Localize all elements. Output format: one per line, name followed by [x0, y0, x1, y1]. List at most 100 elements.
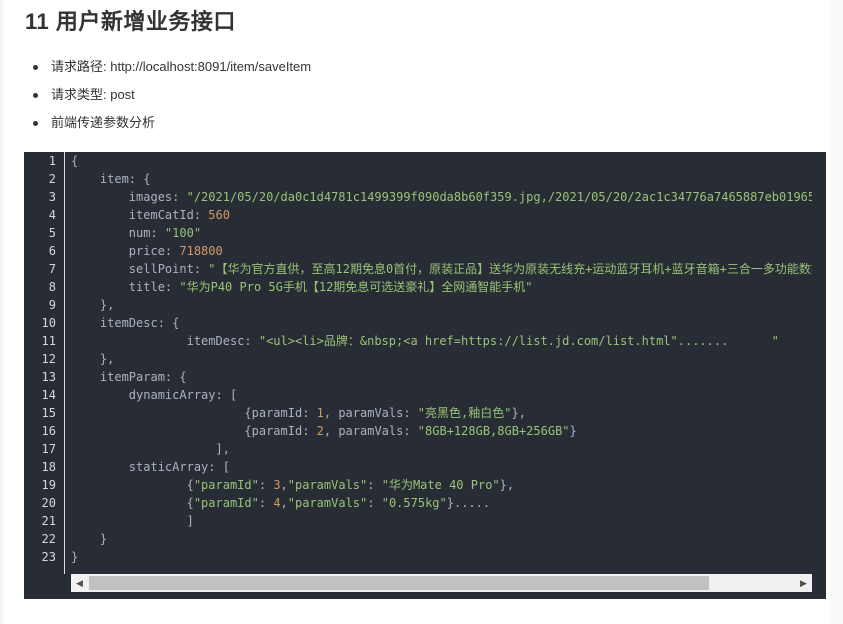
line-number: 4: [48, 208, 56, 222]
line-number: 21: [41, 514, 56, 528]
code-line: title: "华为P40 Pro 5G手机【12期免息可选送豪礼】全网通智能手…: [71, 278, 812, 296]
code-line: images: "/2021/05/20/da0c1d4781c1499399f…: [71, 188, 812, 206]
code-token: {: [71, 154, 79, 168]
horizontal-scrollbar[interactable]: ◀ ▶: [71, 574, 812, 592]
line-number: 19: [41, 478, 56, 492]
code-line: }: [71, 530, 812, 548]
line-number: 23: [41, 550, 56, 564]
line-number: 15: [41, 406, 56, 420]
code-line: item: {: [71, 170, 812, 188]
code-token: "paramVals": [287, 478, 368, 492]
code-token: }: [71, 532, 108, 546]
bullet-list: 请求路径: http://localhost:8091/item/saveIte…: [33, 55, 311, 139]
code-line: dynamicArray: [: [71, 386, 812, 404]
code-token: ,: [280, 496, 288, 510]
code-token: staticArray: [: [71, 460, 230, 474]
line-number: 5: [48, 226, 56, 240]
bullet-request-type: 请求类型: post: [33, 83, 311, 111]
line-number: 6: [48, 244, 56, 258]
bullet-request-path: 请求路径: http://localhost:8091/item/saveIte…: [33, 55, 311, 83]
code-line: itemParam: {: [71, 368, 812, 386]
code-line: itemDesc: {: [71, 314, 812, 332]
code-token: ,: [280, 478, 288, 492]
scroll-right-icon[interactable]: ▶: [795, 574, 812, 592]
code-token: },: [71, 298, 115, 312]
line-number: 2: [48, 172, 56, 186]
code-content[interactable]: { item: { images: "/2021/05/20/da0c1d478…: [71, 152, 812, 574]
code-token: }.....: [446, 496, 491, 510]
code-line: sellPoint: "【华为官方直供，至高12期免息0首付，原装正品】送华为原…: [71, 260, 812, 278]
line-number: 16: [41, 424, 56, 438]
code-token: item: {: [71, 172, 151, 186]
code-token: :: [258, 496, 274, 510]
line-number: 18: [41, 460, 56, 474]
code-line: price: 718800: [71, 242, 812, 260]
line-number: 12: [41, 352, 56, 366]
code-token: {: [71, 478, 194, 492]
code-token: ]: [71, 514, 194, 528]
right-margin: [829, 0, 843, 624]
code-token: "paramVals": [287, 496, 368, 510]
code-line: },: [71, 350, 812, 368]
code-token: }: [71, 550, 79, 564]
scrollbar-thumb[interactable]: [89, 576, 709, 590]
scroll-left-icon[interactable]: ◀: [71, 574, 88, 592]
code-token: "【华为官方直供，至高12期免息0首付，原装正品】送华为原装无线充+运动蓝牙耳机…: [208, 262, 812, 276]
line-number: 1: [48, 154, 56, 168]
code-token: {: [71, 496, 194, 510]
left-margin: [0, 0, 3, 624]
code-token: :: [258, 478, 274, 492]
line-number: 14: [41, 388, 56, 402]
code-line: {: [71, 152, 812, 170]
code-token: :: [367, 478, 382, 492]
code-token: itemDesc:: [71, 334, 259, 348]
line-number: 9: [48, 298, 56, 312]
code-token: images:: [71, 190, 187, 204]
code-token: },: [511, 406, 526, 420]
code-line: itemCatId: 560: [71, 206, 812, 224]
code-token: itemDesc: {: [71, 316, 180, 330]
code-line: {paramId: 1, paramVals: "亮黑色,釉白色"},: [71, 404, 812, 422]
code-token: "亮黑色,釉白色": [417, 406, 512, 420]
code-line: ]: [71, 512, 812, 530]
code-token: 718800: [179, 244, 223, 258]
code-token: :: [367, 496, 382, 510]
code-token: 3: [273, 478, 281, 492]
code-token: sellPoint:: [71, 262, 209, 276]
code-line: }: [71, 548, 812, 566]
code-token: price:: [71, 244, 180, 258]
code-token: {paramId:: [71, 406, 317, 420]
code-line: },: [71, 296, 812, 314]
code-token: itemParam: {: [71, 370, 187, 384]
code-token: }: [569, 424, 577, 438]
section-heading: 11 用户新增业务接口: [25, 9, 236, 34]
code-token: "8GB+128GB,8GB+256GB": [417, 424, 570, 438]
code-token: itemCatId:: [71, 208, 209, 222]
code-token: "华为P40 Pro 5G手机【12期免息可选送豪礼】全网通智能手机": [179, 280, 533, 294]
code-token: "paramId": [193, 478, 259, 492]
line-number: 11: [41, 334, 56, 348]
line-number: 10: [41, 316, 56, 330]
code-token: 1: [316, 406, 324, 420]
line-number: 7: [48, 262, 56, 276]
code-token: "100": [164, 226, 202, 240]
code-block[interactable]: 1 2 3 4 5 6 7 8 9 10 11 12 13 14 15 16 17 18 19 20 21 22 23 { …: [24, 152, 826, 599]
code-token: "<ul><li>品牌：&nbsp;<a href=https://list.j…: [258, 334, 779, 348]
code-token: "/2021/05/20/da0c1d4781c1499399f090da8b6…: [186, 190, 812, 204]
code-line: {paramId: 2, paramVals: "8GB+128GB,8GB+2…: [71, 422, 812, 440]
code-token: num:: [71, 226, 165, 240]
line-number: 3: [48, 190, 56, 204]
line-number: 13: [41, 370, 56, 384]
line-number: 20: [41, 496, 56, 510]
line-number-gutter: 1 2 3 4 5 6 7 8 9 10 11 12 13 14 15 16 17 18 19 20 21 22 23: [24, 152, 65, 574]
code-line: staticArray: [: [71, 458, 812, 476]
code-token: ],: [71, 442, 230, 456]
code-line: itemDesc: "<ul><li>品牌：&nbsp;<a href=http…: [71, 332, 812, 350]
code-token: "paramId": [193, 496, 259, 510]
code-line: num: "100": [71, 224, 812, 242]
line-number: 17: [41, 442, 56, 456]
document-page: 11 用户新增业务接口 请求路径: http://localhost:8091/…: [0, 0, 843, 624]
line-number: 22: [41, 532, 56, 546]
code-token: 2: [316, 424, 324, 438]
code-token: "华为Mate 40 Pro": [381, 478, 500, 492]
